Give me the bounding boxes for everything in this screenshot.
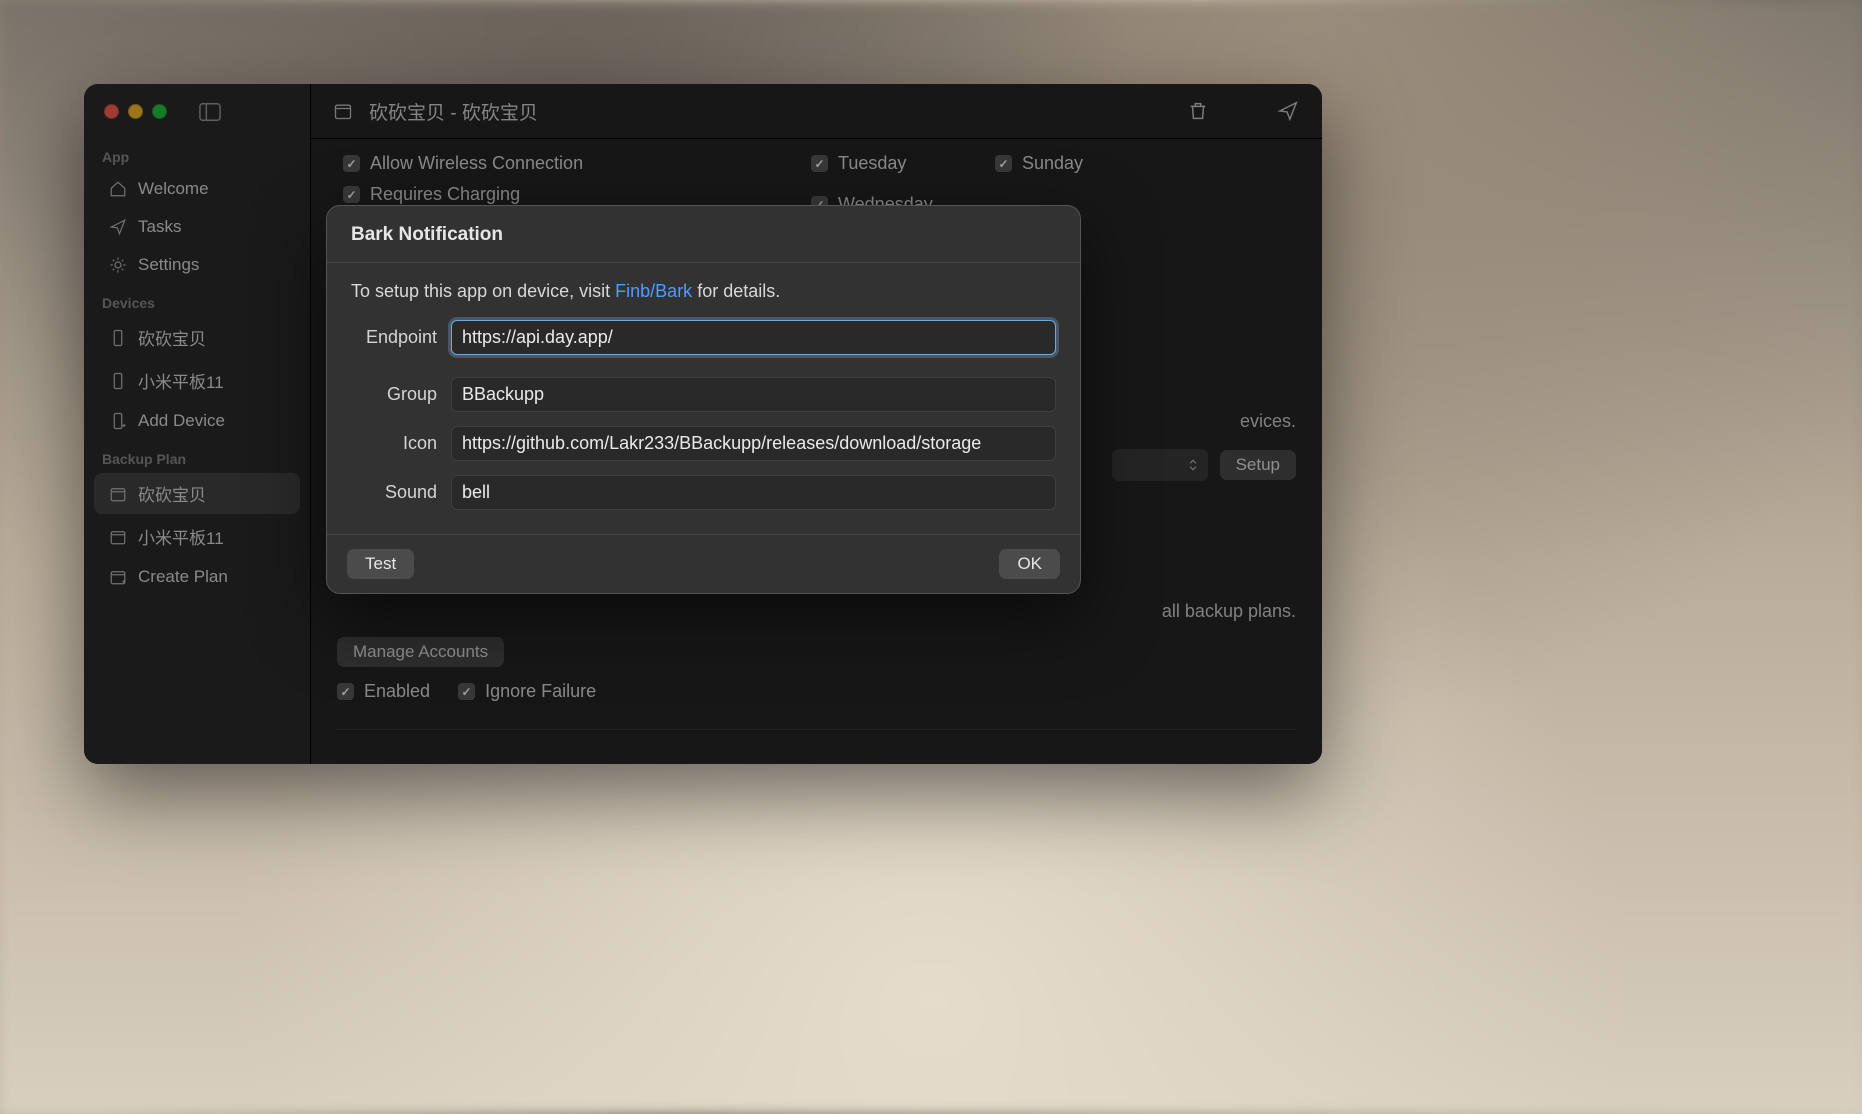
test-button[interactable]: Test — [347, 549, 414, 579]
dialog-title: Bark Notification — [327, 206, 1080, 263]
dialog-description: To setup this app on device, visit Finb/… — [351, 281, 1056, 302]
calendar-icon — [333, 101, 353, 121]
icon-label: Icon — [351, 433, 437, 454]
sidebar-section-app: App — [84, 139, 310, 169]
sidebar-item-label: Settings — [138, 255, 199, 275]
sunday-label: Sunday — [1022, 153, 1083, 174]
page-title: 砍砍宝贝 - 砍砍宝贝 — [369, 98, 538, 125]
fullscreen-window-button[interactable] — [152, 104, 167, 119]
sidebar-item-label: 砍砍宝贝 — [138, 481, 206, 506]
sound-label: Sound — [351, 482, 437, 503]
tuesday-label: Tuesday — [838, 153, 906, 174]
sidebar-item-add-device[interactable]: Add Device — [94, 403, 300, 439]
finb-bark-link[interactable]: Finb/Bark — [615, 281, 692, 301]
endpoint-field-row: Endpoint — [351, 320, 1056, 355]
sound-field-row: Sound — [351, 475, 1056, 510]
group-input[interactable] — [451, 377, 1056, 412]
minimize-window-button[interactable] — [128, 104, 143, 119]
sidebar-section-backup-plan: Backup Plan — [84, 441, 310, 471]
enabled-label: Enabled — [364, 681, 430, 702]
calendar-icon — [108, 527, 128, 547]
close-window-button[interactable] — [104, 104, 119, 119]
group-label: Group — [351, 384, 437, 405]
sidebar-item-device-2[interactable]: 小米平板11 — [94, 360, 300, 401]
sidebar-section-devices: Devices — [84, 285, 310, 315]
sidebar-item-label: Tasks — [138, 217, 181, 237]
ignore-failure-label: Ignore Failure — [485, 681, 596, 702]
icon-field-row: Icon — [351, 426, 1056, 461]
enabled-checkbox[interactable] — [337, 683, 354, 700]
sidebar: App Welcome Tasks Settings Devices 砍砍宝贝 … — [84, 84, 311, 764]
sidebar-item-label: 砍砍宝贝 — [138, 325, 206, 350]
sound-input[interactable] — [451, 475, 1056, 510]
dialog-desc-prefix: To setup this app on device, visit — [351, 281, 615, 301]
setup-button[interactable]: Setup — [1220, 450, 1296, 480]
add-device-icon — [108, 411, 128, 431]
icon-input[interactable] — [451, 426, 1056, 461]
requires-charging-checkbox[interactable] — [343, 186, 360, 203]
sidebar-item-label: Add Device — [138, 411, 225, 431]
sidebar-item-welcome[interactable]: Welcome — [94, 171, 300, 207]
calendar-icon — [108, 484, 128, 504]
endpoint-label: Endpoint — [351, 327, 437, 348]
endpoint-input[interactable] — [451, 320, 1056, 355]
sidebar-item-settings[interactable]: Settings — [94, 247, 300, 283]
allow-wireless-checkbox[interactable] — [343, 155, 360, 172]
sidebar-item-label: 小米平板11 — [138, 368, 224, 393]
sidebar-item-device-1[interactable]: 砍砍宝贝 — [94, 317, 300, 358]
titlebar — [84, 84, 310, 139]
sidebar-item-tasks[interactable]: Tasks — [94, 209, 300, 245]
devices-hint-partial: evices. — [1240, 411, 1296, 432]
sidebar-item-plan-1[interactable]: 砍砍宝贝 — [94, 473, 300, 514]
group-field-row: Group — [351, 377, 1056, 412]
delete-button[interactable] — [1186, 99, 1210, 123]
dialog-desc-suffix: for details. — [692, 281, 780, 301]
sidebar-item-label: 小米平板11 — [138, 524, 224, 549]
paper-plane-icon — [108, 217, 128, 237]
divider — [337, 729, 1296, 730]
tuesday-checkbox[interactable] — [811, 155, 828, 172]
sidebar-item-label: Welcome — [138, 179, 209, 199]
sidebar-item-create-plan[interactable]: Create Plan — [94, 559, 300, 595]
gear-icon — [108, 255, 128, 275]
bark-notification-dialog: Bark Notification To setup this app on d… — [326, 205, 1081, 594]
home-icon — [108, 179, 128, 199]
manage-accounts-button[interactable]: Manage Accounts — [337, 637, 504, 667]
sidebar-item-plan-2[interactable]: 小米平板11 — [94, 516, 300, 557]
allow-wireless-label: Allow Wireless Connection — [370, 153, 583, 174]
sunday-checkbox[interactable] — [995, 155, 1012, 172]
sidebar-toggle-icon[interactable] — [199, 102, 221, 122]
requires-charging-label: Requires Charging — [370, 184, 520, 205]
send-button[interactable] — [1276, 99, 1300, 123]
sidebar-item-label: Create Plan — [138, 567, 228, 587]
calendar-plus-icon — [108, 567, 128, 587]
ignore-failure-checkbox[interactable] — [458, 683, 475, 700]
toolbar: 砍砍宝贝 - 砍砍宝贝 — [311, 84, 1322, 139]
ok-button[interactable]: OK — [999, 549, 1060, 579]
phone-icon — [108, 371, 128, 391]
select-dropdown[interactable] — [1112, 449, 1208, 481]
window-controls — [104, 104, 167, 119]
phone-icon — [108, 328, 128, 348]
plans-hint-partial: all backup plans. — [1162, 601, 1296, 622]
